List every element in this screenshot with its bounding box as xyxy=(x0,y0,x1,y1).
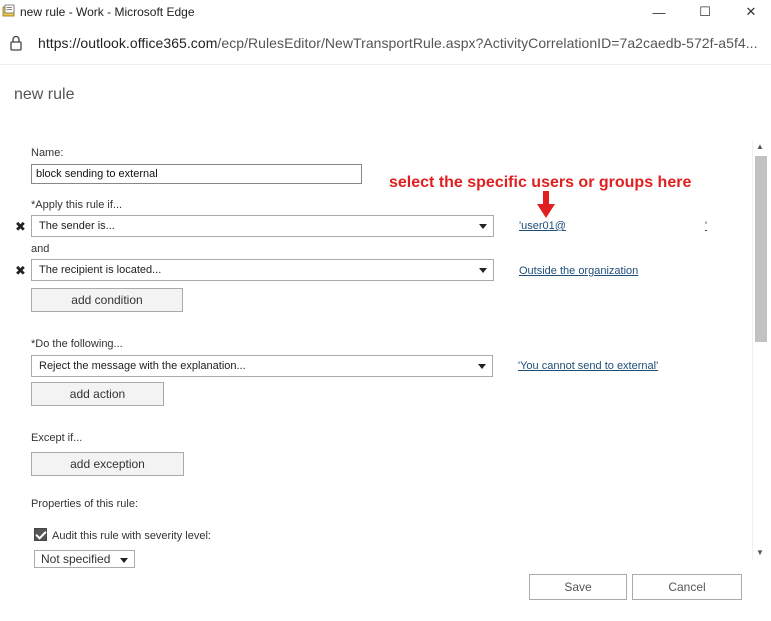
chevron-down-icon xyxy=(479,224,487,229)
lock-icon[interactable] xyxy=(9,35,23,51)
minimize-button[interactable]: — xyxy=(636,0,682,24)
condition-1-link[interactable]: 'user01@ xyxy=(519,220,566,232)
name-label: Name: xyxy=(31,147,64,159)
condition-1-value: The sender is... xyxy=(39,220,115,232)
remove-condition-icon[interactable]: ✖ xyxy=(15,263,26,279)
edge-page-icon xyxy=(2,4,15,17)
except-if-label: Except if... xyxy=(31,432,83,444)
window-titlebar: new rule - Work - Microsoft Edge — ☐ ✕ xyxy=(0,0,771,24)
divider xyxy=(0,64,771,65)
condition-2-value: The recipient is located... xyxy=(39,264,162,276)
address-bar-url[interactable]: https://outlook.office365.com/ecp/RulesE… xyxy=(38,35,758,51)
save-button[interactable]: Save xyxy=(529,574,627,600)
scroll-up-icon[interactable]: ▲ xyxy=(756,142,764,151)
window-title: new rule - Work - Microsoft Edge xyxy=(20,5,195,19)
condition-2-link[interactable]: Outside the organization xyxy=(519,265,638,277)
audit-checkbox[interactable] xyxy=(34,528,47,541)
chevron-down-icon xyxy=(120,558,128,563)
url-host: https://outlook.office365.com xyxy=(38,35,218,51)
url-path: /ecp/RulesEditor/NewTransportRule.aspx?A… xyxy=(217,35,758,51)
rule-name-input[interactable]: block sending to external xyxy=(31,164,362,184)
and-label: and xyxy=(31,243,50,255)
annotation-arrow-icon xyxy=(537,191,555,218)
add-exception-button[interactable]: add exception xyxy=(31,452,184,476)
properties-label: Properties of this rule: xyxy=(31,498,138,510)
annotation-text: select the specific users or groups here xyxy=(389,174,692,191)
action-1-dropdown[interactable]: Reject the message with the explanation.… xyxy=(31,355,493,377)
severity-select[interactable]: Not specified xyxy=(34,550,135,568)
close-button[interactable]: ✕ xyxy=(728,0,771,24)
condition-1-link-tail[interactable]: ' xyxy=(705,220,707,232)
remove-condition-icon[interactable]: ✖ xyxy=(15,219,26,235)
severity-value: Not specified xyxy=(41,552,111,566)
page-title: new rule xyxy=(14,86,75,103)
chevron-down-icon xyxy=(478,364,486,369)
add-action-button[interactable]: add action xyxy=(31,382,164,406)
condition-1-dropdown[interactable]: The sender is... xyxy=(31,215,494,237)
condition-2-dropdown[interactable]: The recipient is located... xyxy=(31,259,494,281)
audit-label: Audit this rule with severity level: xyxy=(52,530,211,542)
do-following-label: *Do the following... xyxy=(31,338,123,350)
action-1-link[interactable]: 'You cannot send to external' xyxy=(518,360,658,372)
maximize-button[interactable]: ☐ xyxy=(682,0,728,24)
action-1-value: Reject the message with the explanation.… xyxy=(39,360,246,372)
cancel-button[interactable]: Cancel xyxy=(632,574,742,600)
add-condition-button[interactable]: add condition xyxy=(31,288,183,312)
scrollbar-thumb[interactable] xyxy=(755,156,767,342)
chevron-down-icon xyxy=(479,268,487,273)
apply-rule-label: *Apply this rule if... xyxy=(31,199,123,211)
scroll-down-icon[interactable]: ▼ xyxy=(756,548,764,557)
